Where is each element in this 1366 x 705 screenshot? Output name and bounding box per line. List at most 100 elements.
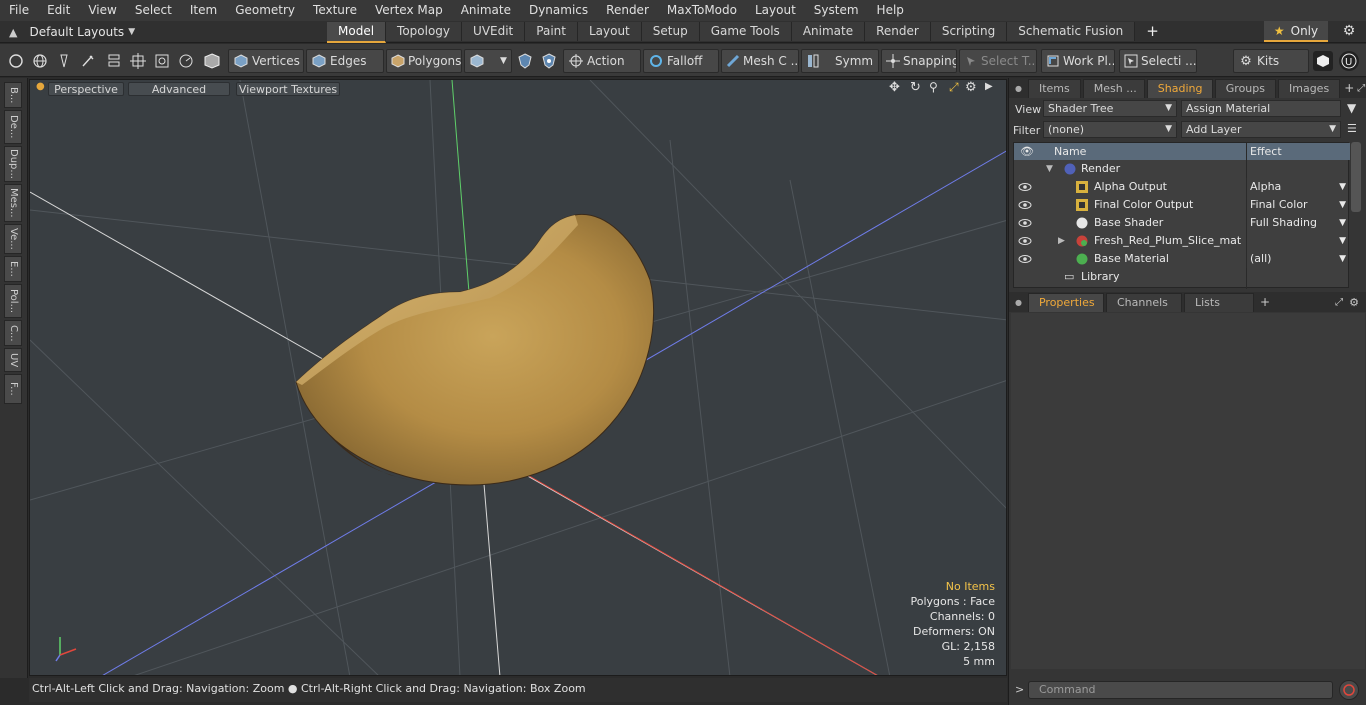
- panel-menu-dot[interactable]: ●: [1015, 84, 1022, 93]
- tab-scripting[interactable]: Scripting: [930, 22, 1008, 41]
- tab-groups[interactable]: Groups: [1214, 79, 1276, 98]
- menu-dynamics[interactable]: Dynamics: [520, 0, 597, 21]
- timer-icon[interactable]: [176, 51, 196, 71]
- shader-row-render[interactable]: ▼ Render: [1014, 160, 1350, 178]
- tab-mesh[interactable]: Mesh ...: [1082, 79, 1145, 98]
- tab-uvedit[interactable]: UVEdit: [462, 22, 526, 41]
- transform-icon[interactable]: [128, 51, 148, 71]
- menu-select[interactable]: Select: [126, 0, 181, 21]
- list-options-icon[interactable]: ☰: [1347, 122, 1357, 135]
- brush-icon[interactable]: [78, 51, 98, 71]
- shield-settings-icon[interactable]: [539, 51, 559, 71]
- expand-arrow-icon[interactable]: ▼: [1046, 160, 1053, 178]
- eye-icon[interactable]: [1018, 181, 1032, 193]
- left-tab-duplicate[interactable]: Dup...: [4, 146, 22, 182]
- circle-select-icon[interactable]: [6, 51, 26, 71]
- column-effect-header[interactable]: Effect: [1250, 143, 1282, 160]
- item-mode-button[interactable]: ▼: [464, 49, 512, 73]
- tab-game-tools[interactable]: Game Tools: [699, 22, 792, 41]
- tab-render[interactable]: Render: [865, 22, 931, 41]
- kits-button[interactable]: ⚙ Kits: [1233, 49, 1309, 73]
- menu-item[interactable]: Item: [181, 0, 226, 21]
- advanced-button[interactable]: Advanced: [128, 82, 230, 96]
- row-effect[interactable]: Full Shading ▼: [1246, 214, 1350, 232]
- add-tab-plus-icon[interactable]: +: [1135, 22, 1170, 41]
- row-effect[interactable]: Alpha ▼: [1246, 178, 1350, 196]
- tab-animate[interactable]: Animate: [791, 22, 866, 41]
- add-panel-tab-icon[interactable]: +: [1344, 81, 1354, 95]
- shader-row-library[interactable]: ▭ Library: [1014, 268, 1350, 286]
- tab-schematic-fusion[interactable]: Schematic Fusion: [1007, 22, 1136, 41]
- left-tab-fusion[interactable]: F...: [4, 374, 22, 404]
- unreal-icon[interactable]: U: [1339, 51, 1359, 71]
- shader-row-base-shader[interactable]: Base Shader Full Shading ▼: [1014, 214, 1350, 232]
- snapping-button[interactable]: Snapping: [881, 49, 957, 73]
- viewport-menu-dot[interactable]: ●: [36, 81, 45, 92]
- symmetry-button[interactable]: Symm ...: [801, 49, 879, 73]
- assign-material-button[interactable]: Assign Material: [1181, 100, 1341, 117]
- menu-layout[interactable]: Layout: [746, 0, 805, 21]
- filter-dropdown[interactable]: (none) ▼: [1043, 121, 1177, 138]
- select-through-button[interactable]: Select T...: [959, 49, 1037, 73]
- viewport-settings-icon[interactable]: ⚙: [965, 80, 977, 95]
- left-tab-edge[interactable]: E...: [4, 256, 22, 282]
- eye-icon[interactable]: [1018, 199, 1032, 211]
- move-view-icon[interactable]: ✥: [889, 80, 900, 95]
- layout-selector[interactable]: ▲ Default Layouts ▼: [0, 21, 330, 43]
- left-tab-vertex[interactable]: Ve...: [4, 224, 22, 254]
- menu-view[interactable]: View: [79, 0, 125, 21]
- view-dropdown[interactable]: Shader Tree ▼: [1043, 100, 1177, 117]
- pen-icon[interactable]: [54, 51, 74, 71]
- shield-icon[interactable]: [515, 51, 535, 71]
- eye-icon[interactable]: [1018, 217, 1032, 229]
- menu-render[interactable]: Render: [597, 0, 658, 21]
- left-tab-polygon[interactable]: Pol...: [4, 284, 22, 318]
- expand-arrow-icon[interactable]: ▶: [1058, 232, 1065, 250]
- action-center-button[interactable]: Action: [563, 49, 641, 73]
- left-tab-mesh[interactable]: Mes...: [4, 184, 22, 222]
- filter-funnel-icon[interactable]: ▼: [1347, 101, 1356, 115]
- rotate-view-icon[interactable]: ↻: [910, 80, 921, 95]
- menu-help[interactable]: Help: [868, 0, 913, 21]
- eye-icon[interactable]: [1018, 253, 1032, 265]
- menu-geometry[interactable]: Geometry: [226, 0, 304, 21]
- tab-lists[interactable]: Lists: [1183, 293, 1254, 312]
- tab-layout[interactable]: Layout: [577, 22, 642, 41]
- shader-row-plum-material[interactable]: ▶ Fresh_Red_Plum_Slice_mat ▼: [1014, 232, 1350, 250]
- menu-system[interactable]: System: [805, 0, 868, 21]
- edges-button[interactable]: Edges: [306, 49, 384, 73]
- tab-paint[interactable]: Paint: [525, 22, 578, 41]
- gear-icon[interactable]: ⚙: [1339, 23, 1359, 41]
- shader-row-base-material[interactable]: Base Material (all) ▼: [1014, 250, 1350, 268]
- maximize-view-icon[interactable]: ⤢: [949, 80, 959, 95]
- left-tab-basic[interactable]: B...: [4, 82, 22, 108]
- 3d-viewport[interactable]: ● Perspective Advanced Viewport Textures…: [29, 79, 1007, 676]
- add-layer-dropdown[interactable]: Add Layer ▼: [1181, 121, 1341, 138]
- zoom-view-icon[interactable]: ⚲: [929, 80, 938, 94]
- falloff-button[interactable]: Falloff: [643, 49, 719, 73]
- add-panel-tab-icon[interactable]: +: [1260, 295, 1270, 309]
- perspective-button[interactable]: Perspective: [48, 82, 124, 96]
- menu-maxtomodo[interactable]: MaxToModo: [658, 0, 746, 21]
- shader-tree-scrollbar[interactable]: [1351, 142, 1361, 212]
- tab-items[interactable]: Items: [1027, 79, 1081, 98]
- mesh-constraint-button[interactable]: Mesh C ...: [721, 49, 799, 73]
- panel-menu-dot[interactable]: ●: [1015, 298, 1022, 307]
- vertices-button[interactable]: Vertices: [228, 49, 304, 73]
- menu-vertex-map[interactable]: Vertex Map: [366, 0, 452, 21]
- left-tab-uv[interactable]: UV: [4, 348, 22, 372]
- tab-shading[interactable]: Shading: [1146, 79, 1213, 98]
- star-only-toggle[interactable]: ★ Only: [1264, 21, 1328, 42]
- viewport-textures-button[interactable]: Viewport Textures: [236, 82, 340, 96]
- menu-animate[interactable]: Animate: [452, 0, 520, 21]
- left-tab-curve[interactable]: C...: [4, 320, 22, 346]
- viewport-more-icon[interactable]: ▶: [985, 81, 993, 92]
- material-ball-icon[interactable]: [202, 51, 222, 71]
- menu-file[interactable]: File: [0, 0, 38, 21]
- maximize-panel-icon[interactable]: ⤢: [1335, 297, 1343, 308]
- record-macro-icon[interactable]: [1339, 680, 1359, 700]
- center-icon[interactable]: [152, 51, 172, 71]
- globe-icon[interactable]: [30, 51, 50, 71]
- row-effect[interactable]: (all) ▼: [1246, 250, 1350, 268]
- left-tab-deform[interactable]: De...: [4, 110, 22, 144]
